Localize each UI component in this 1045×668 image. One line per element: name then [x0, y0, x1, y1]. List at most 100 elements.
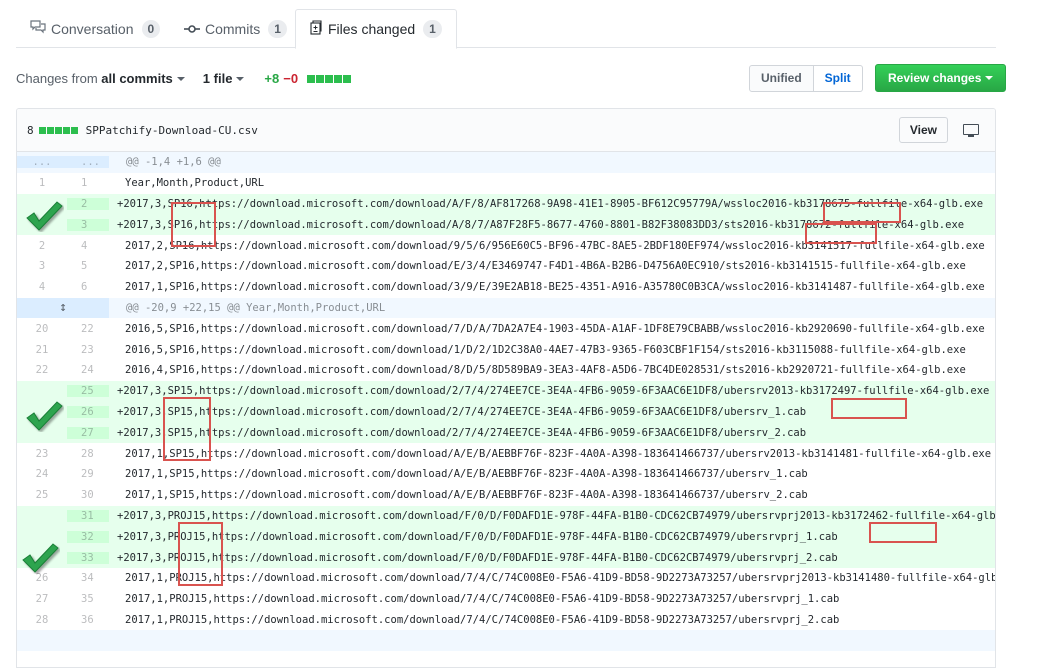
diff-row-context: 25 30 2017,1,SP15,https://download.microso… — [17, 485, 995, 506]
diff-view-toggle: Unified Split — [749, 65, 863, 92]
changes-from-dropdown[interactable]: Changes from all commits — [16, 71, 185, 86]
new-line-number[interactable]: 3 — [67, 218, 109, 231]
diff-row-context: 20 22 2016,5,SP16,https://download.microso… — [17, 318, 995, 339]
new-line-number[interactable]: 1 — [67, 177, 109, 189]
view-file-button[interactable]: View — [898, 117, 948, 143]
old-line-number[interactable]: 2 — [17, 240, 67, 252]
tab-files-changed[interactable]: Files changed 1 — [295, 9, 457, 49]
split-button[interactable]: Split — [813, 65, 863, 92]
new-line-number[interactable]: 31 — [67, 509, 109, 522]
hunk-header-row: ...... @@ -1,4 +1,6 @@ — [17, 152, 995, 173]
diff-row-context: 1 1 Year,Month,Product,URL — [17, 173, 995, 194]
new-line-number[interactable]: 2 — [67, 197, 109, 210]
new-line-number[interactable]: 26 — [67, 405, 109, 418]
rich-diff-icon[interactable] — [963, 124, 979, 137]
old-line-number[interactable]: 23 — [17, 448, 67, 460]
diff-row-context: 22 24 2016,4,SP16,https://download.microso… — [17, 360, 995, 381]
review-changes-label: Review changes — [888, 71, 982, 85]
hunk-header-row: ↕ @@ -20,9 +22,15 @@ Year,Month,Product,U… — [17, 297, 995, 319]
code-line: +2017,3,SP15,https://download.microsoft.… — [117, 385, 990, 398]
code-line: 2017,1,SP15,https://download.microsoft.c… — [125, 468, 808, 481]
new-line-number[interactable]: ... — [67, 156, 109, 169]
code-line: +2017,3,SP16,https://download.microsoft.… — [117, 218, 965, 231]
hunk-header-text: @@ -1,4 +1,6 @@ — [126, 156, 221, 169]
old-line-number[interactable]: 1 — [17, 177, 67, 189]
new-line-number[interactable]: 4 — [67, 240, 109, 252]
review-changes-button[interactable]: Review changes — [875, 64, 1007, 92]
git-commit-icon — [184, 21, 200, 37]
diff-row-addition: 3 +2017,3,SP16,https://download.microsoft… — [17, 214, 995, 236]
code-line: 2017,1,SP15,https://download.microsoft.c… — [125, 489, 808, 502]
diff-row-context: 2 4 2017,2,SP16,https://download.microsoft… — [17, 235, 995, 256]
diff-row-addition: 27 +2017,3,SP15,https://download.microsof… — [17, 422, 995, 444]
tab-commits[interactable]: Commits 1 — [170, 9, 301, 48]
code-line: 2017,2,SP16,https://download.microsoft.c… — [125, 239, 985, 252]
file-name[interactable]: SPPatchify-Download-CU.csv — [86, 124, 258, 137]
diff-row-addition: 32 +2017,3,PROJ15,https://download.micros… — [17, 526, 995, 548]
code-line: 2017,1,PROJ15,https://download.microsoft… — [125, 572, 995, 585]
diff-row-context: 3 5 2017,2,SP16,https://download.microsoft… — [17, 256, 995, 277]
code-line: 2017,1,SP16,https://download.microsoft.c… — [125, 281, 985, 294]
code-line: +2017,3,SP15,https://download.microsoft.… — [117, 426, 807, 439]
new-line-number[interactable]: 32 — [67, 530, 109, 543]
old-line-number[interactable]: 25 — [17, 489, 67, 501]
new-line-number[interactable]: 5 — [67, 260, 109, 272]
new-line-number[interactable]: 24 — [67, 364, 109, 376]
new-line-number[interactable]: 28 — [67, 448, 109, 460]
comment-discussion-icon — [30, 20, 46, 37]
new-line-number[interactable]: 36 — [67, 614, 109, 626]
old-line-number[interactable]: 22 — [17, 364, 67, 376]
old-line-number[interactable]: 27 — [17, 593, 67, 605]
file-filter-dropdown[interactable]: 1 file — [203, 71, 245, 86]
old-line-number[interactable]: 26 — [17, 572, 67, 584]
new-line-number[interactable]: 35 — [67, 593, 109, 605]
code-line: +2017,3,SP15,https://download.microsoft.… — [117, 405, 807, 418]
new-line-number[interactable]: 22 — [67, 323, 109, 335]
file-header: 8 SPPatchify-Download-CU.csv View — [17, 109, 995, 152]
new-line-number[interactable]: 29 — [67, 468, 109, 480]
new-line-number[interactable]: 34 — [67, 572, 109, 584]
unified-button[interactable]: Unified — [749, 65, 814, 92]
expand-lines-icon[interactable]: ↕ — [17, 297, 109, 319]
code-line: +2017,3,PROJ15,https://download.microsof… — [117, 509, 995, 522]
old-line-number[interactable]: 21 — [17, 344, 67, 356]
diff-row-addition: 33 +2017,3,PROJ15,https://download.micros… — [17, 547, 995, 568]
code-line: 2016,5,SP16,https://download.microsoft.c… — [125, 343, 966, 356]
file-diff: 8 SPPatchify-Download-CU.csv View ......… — [16, 108, 996, 668]
hunk-header-text: @@ -20,9 +22,15 @@ Year,Month,Product,UR… — [126, 301, 386, 314]
old-line-number[interactable]: 20 — [17, 323, 67, 335]
diff-row-context: 26 34 2017,1,PROJ15,https://download.micro… — [17, 568, 995, 589]
old-line-number[interactable]: ... — [17, 156, 67, 169]
new-line-number[interactable]: 25 — [67, 385, 109, 398]
diff-table: ...... @@ -1,4 +1,6 @@ 1 1 Year,Month,Produc… — [17, 152, 995, 652]
code-line: Year,Month,Product,URL — [125, 177, 265, 190]
new-line-number[interactable]: 30 — [67, 489, 109, 501]
diff-row-addition: 31 +2017,3,PROJ15,https://download.micros… — [17, 505, 995, 527]
new-line-number[interactable]: 23 — [67, 344, 109, 356]
tab-counter: 1 — [423, 20, 442, 38]
code-line: +2017,3,SP16,https://download.microsoft.… — [117, 197, 984, 210]
tab-conversation[interactable]: Conversation 0 — [16, 9, 174, 48]
diffstat-bar — [306, 74, 352, 83]
new-line-number[interactable]: 6 — [67, 281, 109, 293]
file-change-count: 8 — [27, 123, 34, 137]
old-line-number[interactable]: 28 — [17, 614, 67, 626]
pr-tab-nav: Conversation 0 Commits 1 Files changed 1 — [16, 9, 996, 49]
old-line-number[interactable]: 4 — [17, 281, 67, 293]
caret-down-icon — [236, 77, 245, 82]
new-line-number[interactable]: 33 — [67, 551, 109, 564]
new-line-number[interactable]: 27 — [67, 426, 109, 439]
tab-label: Conversation — [51, 20, 134, 37]
old-line-number[interactable]: 24 — [17, 468, 67, 480]
diff-row-context: 4 6 2017,1,SP16,https://download.microsoft… — [17, 277, 995, 298]
code-line: 2017,1,PROJ15,https://download.microsoft… — [125, 613, 840, 626]
old-line-number[interactable]: 3 — [17, 260, 67, 272]
tab-counter: 1 — [268, 19, 287, 38]
code-line: 2016,4,SP16,https://download.microsoft.c… — [125, 364, 966, 377]
diff-row-context: 21 23 2016,5,SP16,https://download.microso… — [17, 339, 995, 360]
code-line: 2017,2,SP16,https://download.microsoft.c… — [125, 260, 966, 273]
caret-down-icon — [176, 77, 185, 82]
code-line: +2017,3,PROJ15,https://download.microsof… — [117, 530, 838, 543]
file-filter-label: 1 file — [202, 70, 233, 86]
diff-row-context: 24 29 2017,1,SP15,https://download.microso… — [17, 464, 995, 485]
